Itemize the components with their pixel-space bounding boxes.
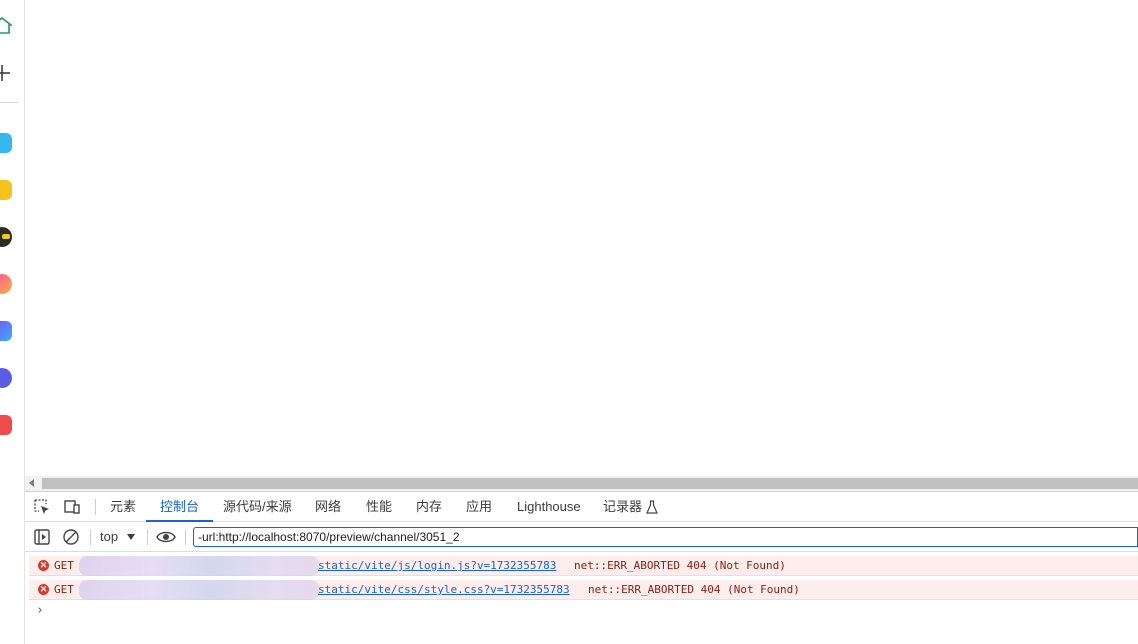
show-sidebar-icon[interactable] xyxy=(33,528,51,546)
scroll-left-arrow-icon[interactable] xyxy=(29,479,34,487)
page-viewport xyxy=(25,0,1138,476)
request-method: GET xyxy=(54,559,74,572)
tab-sources[interactable]: 源代码/来源 xyxy=(221,492,294,522)
console-prompt[interactable]: › xyxy=(36,603,44,618)
error-message: net::ERR_ABORTED 404 (Not Found) xyxy=(588,583,800,596)
app-icon-chat[interactable] xyxy=(0,368,12,388)
app-icon-robot[interactable] xyxy=(0,227,12,247)
tab-lighthouse[interactable]: Lighthouse xyxy=(515,492,583,522)
toolbar-divider xyxy=(90,529,91,545)
tab-memory[interactable]: 内存 xyxy=(414,492,444,522)
request-method: GET xyxy=(54,583,74,596)
devtools-panel: 元素 控制台 源代码/来源 网络 性能 内存 应用 Lighthouse 记录器… xyxy=(25,491,1138,644)
app-icon-ai[interactable] xyxy=(0,274,12,294)
tab-recorder[interactable]: 记录器 xyxy=(601,492,644,522)
tabbar-divider xyxy=(95,499,96,515)
clear-console-icon[interactable] xyxy=(62,528,80,546)
scrollbar-thumb[interactable] xyxy=(42,478,1138,489)
device-toolbar-icon[interactable] xyxy=(63,498,81,516)
request-url-link[interactable]: static/vite/css/style.css?v=1732355783 xyxy=(318,580,570,600)
new-tab-icon[interactable] xyxy=(0,63,12,83)
app-icon-ai-purple[interactable] xyxy=(0,321,12,341)
toolbar-divider-3 xyxy=(185,529,186,545)
app-icon-blue[interactable] xyxy=(0,133,12,153)
error-message: net::ERR_ABORTED 404 (Not Found) xyxy=(574,559,786,572)
request-url-link[interactable]: static/vite/js/login.js?v=1732355783 xyxy=(318,556,556,576)
browser-sidebar xyxy=(0,0,25,644)
context-selector[interactable]: top xyxy=(100,522,118,552)
console-toolbar: top xyxy=(25,522,1138,552)
console-error-row: ✕ GET static/vite/js/login.js?v=17323557… xyxy=(29,556,1138,576)
app-icon-star[interactable] xyxy=(0,180,12,200)
live-expression-eye-icon[interactable] xyxy=(156,528,176,546)
experiment-flask-icon xyxy=(645,500,659,514)
sidebar-divider xyxy=(0,102,18,103)
tab-console[interactable]: 控制台 xyxy=(145,492,214,522)
devtools-tabbar: 元素 控制台 源代码/来源 网络 性能 内存 应用 Lighthouse 记录器 xyxy=(25,492,1138,522)
error-icon: ✕ xyxy=(38,584,49,595)
tab-elements[interactable]: 元素 xyxy=(108,492,138,522)
inspect-element-icon[interactable] xyxy=(33,498,51,516)
horizontal-scrollbar[interactable] xyxy=(25,476,1138,491)
console-filter-input[interactable] xyxy=(193,527,1138,547)
tab-performance[interactable]: 性能 xyxy=(364,492,394,522)
redacted-url-region xyxy=(79,580,319,600)
error-icon: ✕ xyxy=(38,560,49,571)
console-error-row: ✕ GET static/vite/css/style.css?v=173235… xyxy=(29,580,1138,600)
redacted-url-region xyxy=(79,556,319,576)
app-icon-game[interactable] xyxy=(0,415,12,435)
tab-network[interactable]: 网络 xyxy=(313,492,343,522)
tab-application[interactable]: 应用 xyxy=(464,492,494,522)
chevron-down-icon[interactable] xyxy=(127,534,135,540)
toolbar-divider-2 xyxy=(147,529,148,545)
home-icon[interactable] xyxy=(0,15,14,35)
